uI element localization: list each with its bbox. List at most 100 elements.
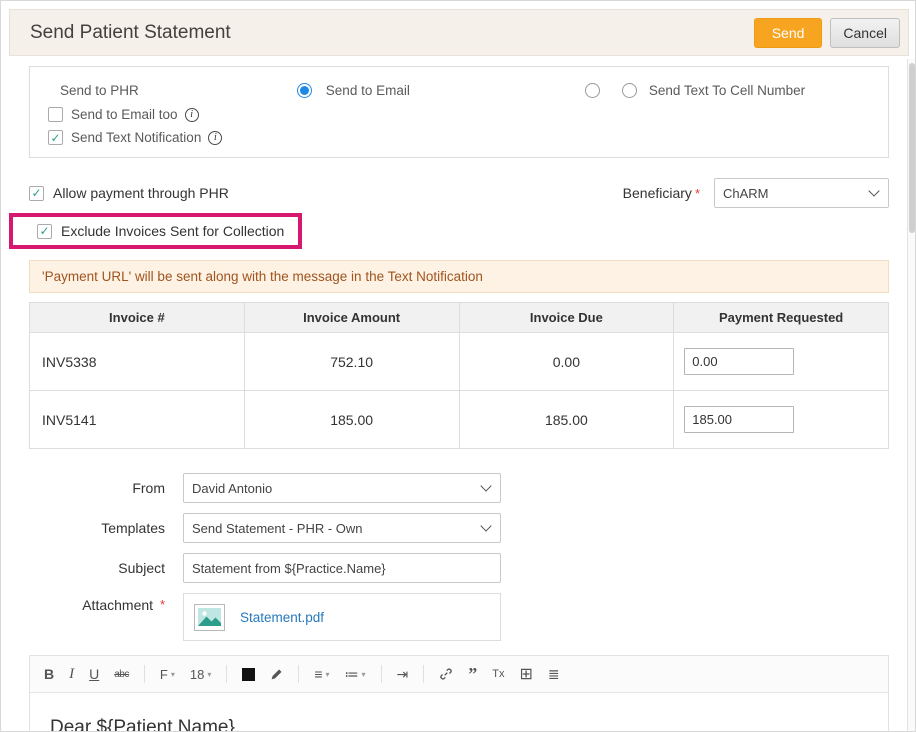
from-select-wrap: David Antonio: [183, 473, 501, 503]
info-icon[interactable]: i: [208, 131, 222, 145]
send-text-notification-checkbox[interactable]: [48, 130, 63, 145]
blockquote-icon[interactable]: ”: [468, 669, 477, 680]
chevron-down-icon: ▾: [362, 670, 366, 679]
send-text-notification-label: Send Text Notification: [71, 130, 201, 145]
exclude-invoices-row: Exclude Invoices Sent for Collection: [29, 208, 889, 249]
table-icon[interactable]: ⊞: [520, 664, 533, 684]
dialog-content: Send to PHR Send to Email Send Text To C…: [1, 56, 915, 732]
horizontal-rule-icon[interactable]: ≣: [548, 666, 560, 683]
from-label: From: [29, 480, 183, 496]
attachment-link[interactable]: Statement.pdf: [240, 610, 324, 625]
templates-label: Templates: [29, 520, 183, 536]
link-icon[interactable]: [439, 667, 453, 681]
dialog-header: Send Patient Statement Send Cancel: [9, 9, 909, 56]
invoice-table-header: Invoice # Invoice Amount Invoice Due Pay…: [30, 303, 889, 333]
pencil-icon[interactable]: [270, 668, 283, 681]
toolbar-separator: [144, 665, 145, 683]
clear-format-icon[interactable]: Tx: [492, 668, 504, 680]
editor-body[interactable]: Dear ${Patient.Name}, Pay using this lin…: [30, 693, 888, 732]
align-glyph: ≡: [314, 666, 322, 682]
allow-payment-option: Allow payment through PHR: [29, 185, 229, 201]
templates-select-wrap: Send Statement - PHR - Own: [183, 513, 501, 543]
table-row: INV5338 752.10 0.00: [30, 333, 889, 391]
editor-toolbar: B I U abc F▾ 18▾ ≡▾ ≔▾ ⇥: [30, 656, 888, 693]
col-invoice-number: Invoice #: [30, 303, 245, 333]
send-to-phr-label: Send to PHR: [60, 83, 139, 98]
chevron-down-icon: ▾: [207, 670, 211, 679]
invoice-number-cell: INV5338: [30, 333, 245, 391]
send-to-email-label: Send to Email: [326, 83, 410, 98]
send-text-to-cell-label: Send Text To Cell Number: [649, 83, 805, 98]
attachment-label-text: Attachment: [82, 597, 153, 613]
attachment-box: Statement.pdf: [183, 593, 501, 641]
invoice-amount-cell: 185.00: [244, 391, 459, 449]
payment-requested-input[interactable]: [684, 348, 794, 375]
underline-icon[interactable]: U: [89, 666, 99, 682]
font-family-glyph: F: [160, 667, 168, 682]
toolbar-separator: [423, 665, 424, 683]
delivery-radio-row: Send to PHR Send to Email Send Text To C…: [30, 77, 888, 103]
send-email-too-checkbox[interactable]: [48, 107, 63, 122]
send-button[interactable]: Send: [754, 18, 823, 48]
exclude-invoices-annotation-highlight: Exclude Invoices Sent for Collection: [9, 213, 302, 249]
scrollbar-thumb[interactable]: [909, 63, 915, 233]
attachment-row: Attachment * Statement.pdf: [29, 593, 889, 641]
image-attachment-icon: [194, 604, 225, 631]
from-select[interactable]: David Antonio: [183, 473, 501, 503]
message-form: From David Antonio Templates Send Statem…: [29, 473, 889, 641]
send-email-too-row: Send to Email too i: [30, 103, 888, 126]
col-invoice-due: Invoice Due: [459, 303, 674, 333]
delivery-options-group: Send to PHR Send to Email Send Text To C…: [29, 66, 889, 158]
beneficiary-label: Beneficiary: [623, 185, 692, 201]
allow-payment-checkbox[interactable]: [29, 186, 44, 201]
font-family-icon[interactable]: F▾: [160, 667, 175, 682]
beneficiary-select[interactable]: ChARM: [714, 178, 889, 208]
toolbar-separator: [298, 665, 299, 683]
align-icon[interactable]: ≡▾: [314, 666, 329, 682]
exclude-invoices-checkbox[interactable]: [37, 224, 52, 239]
send-to-phr-radio[interactable]: [297, 83, 312, 98]
chevron-down-icon: ▾: [171, 670, 175, 679]
templates-row: Templates Send Statement - PHR - Own: [29, 513, 889, 543]
invoice-due-cell: 185.00: [459, 391, 674, 449]
info-icon-glyph: i: [190, 110, 193, 120]
beneficiary-select-wrap: ChARM: [714, 178, 889, 208]
invoice-due-cell: 0.00: [459, 333, 674, 391]
scrollbar[interactable]: [907, 59, 915, 731]
send-email-too-label: Send to Email too: [71, 107, 178, 122]
col-invoice-amount: Invoice Amount: [244, 303, 459, 333]
required-marker: *: [160, 597, 165, 612]
payment-requested-input[interactable]: [684, 406, 794, 433]
info-icon-glyph: i: [214, 133, 217, 143]
info-icon[interactable]: i: [185, 108, 199, 122]
col-payment-requested: Payment Requested: [674, 303, 889, 333]
templates-select[interactable]: Send Statement - PHR - Own: [183, 513, 501, 543]
attachment-label: Attachment *: [29, 593, 183, 613]
invoice-table: Invoice # Invoice Amount Invoice Due Pay…: [29, 302, 889, 449]
toolbar-separator: [226, 665, 227, 683]
allow-payment-label: Allow payment through PHR: [53, 185, 229, 201]
cancel-button[interactable]: Cancel: [830, 18, 900, 48]
list-icon[interactable]: ≔▾: [345, 666, 366, 683]
invoice-number-cell: INV5141: [30, 391, 245, 449]
subject-input[interactable]: [183, 553, 501, 583]
italic-icon[interactable]: I: [69, 666, 74, 683]
color-swatch: [242, 668, 255, 681]
indent-icon[interactable]: ⇥: [397, 666, 409, 683]
invoice-amount-cell: 752.10: [244, 333, 459, 391]
rich-text-editor: B I U abc F▾ 18▾ ≡▾ ≔▾ ⇥: [29, 655, 889, 732]
subject-label: Subject: [29, 560, 183, 576]
send-text-to-cell-radio[interactable]: [622, 83, 637, 98]
exclude-invoices-label: Exclude Invoices Sent for Collection: [61, 223, 284, 239]
table-row: INV5141 185.00 185.00: [30, 391, 889, 449]
font-size-dropdown[interactable]: 18▾: [190, 667, 211, 682]
strikethrough-icon[interactable]: abc: [114, 669, 129, 680]
toolbar-separator: [381, 665, 382, 683]
page-title: Send Patient Statement: [30, 22, 231, 44]
list-glyph: ≔: [345, 666, 359, 683]
send-to-email-radio[interactable]: [585, 83, 600, 98]
required-marker: *: [695, 186, 700, 201]
bold-icon[interactable]: B: [44, 666, 54, 682]
chevron-down-icon: ▾: [326, 670, 330, 679]
text-color-swatch-icon[interactable]: [242, 668, 255, 681]
